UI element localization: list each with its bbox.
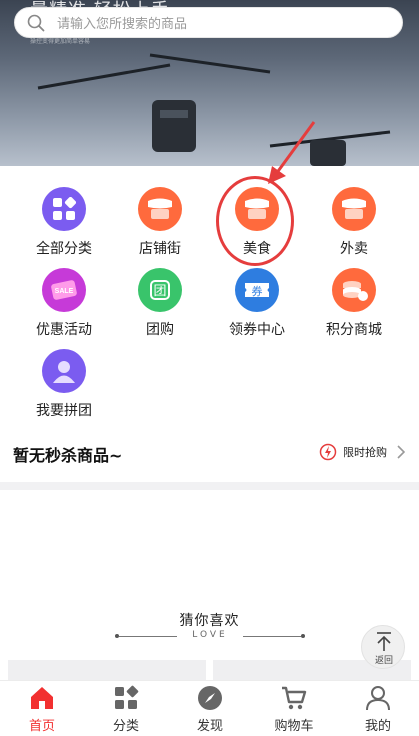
annotation-arrow	[268, 121, 316, 184]
section-divider	[0, 482, 419, 490]
product-card[interactable]	[8, 660, 206, 682]
search-bar[interactable]: 请输入您所搜索的商品	[14, 7, 403, 38]
category-shop-street[interactable]: 店铺街	[110, 187, 210, 258]
back-to-top-label[interactable]: 返回	[362, 653, 406, 666]
category-sale[interactable]: SALE 优惠活动	[14, 268, 114, 339]
sale-icon: SALE	[42, 268, 86, 312]
divider-dot	[301, 634, 305, 638]
category-coupon[interactable]: 券 领券中心	[207, 268, 307, 339]
category-label: 积分商城	[326, 322, 382, 338]
compass-icon	[198, 686, 222, 710]
tab-category[interactable]: 分类	[84, 681, 168, 736]
guess-section: 猜你喜欢 LOVE	[0, 610, 419, 640]
flash-sale-link[interactable]: 限时抢购	[319, 443, 405, 461]
group-buy-icon: 团	[138, 268, 182, 312]
search-icon	[27, 14, 45, 31]
category-label: 我要拼团	[36, 403, 92, 419]
cart-icon	[282, 686, 307, 710]
category-points-mall[interactable]: 积分商城	[304, 268, 404, 339]
join-group-icon	[42, 349, 86, 393]
home-icon	[31, 687, 53, 709]
category-label: 优惠活动	[36, 322, 92, 338]
shop-street-icon	[138, 187, 182, 231]
category-all[interactable]: 全部分类	[14, 187, 114, 258]
chevron-right-icon	[397, 445, 405, 459]
user-icon	[366, 686, 390, 711]
lightning-icon	[319, 443, 337, 461]
tab-discover[interactable]: 发现	[168, 681, 252, 736]
guess-subtitle: LOVE	[192, 630, 228, 640]
flash-sale-link-label[interactable]: 限时抢购	[343, 444, 387, 460]
category-takeout[interactable]: 外卖	[304, 187, 404, 258]
tab-label: 我的	[364, 719, 391, 734]
flash-sale-section: 暂无秒杀商品~ 限时抢购	[0, 434, 419, 472]
flash-sale-title: 暂无秒杀商品~	[13, 446, 123, 465]
arrow-up-icon	[377, 632, 391, 651]
tab-home[interactable]: 首页	[0, 681, 84, 736]
sale-badge-text: SALE	[55, 288, 74, 295]
tab-label: 购物车	[274, 719, 314, 734]
category-group-buy[interactable]: 团 团购	[110, 268, 210, 339]
category-label: 团购	[146, 322, 174, 338]
category-label: 店铺街	[139, 241, 181, 257]
search-placeholder[interactable]: 请输入您所搜索的商品	[57, 13, 187, 32]
takeout-icon	[332, 187, 376, 231]
guess-title: 猜你喜欢	[179, 613, 240, 629]
category-label: 领券中心	[229, 322, 285, 338]
tab-label: 分类	[112, 719, 139, 734]
annotation-circle	[216, 176, 294, 266]
category-label: 全部分类	[36, 241, 92, 257]
back-to-top-button[interactable]: 返回	[361, 625, 405, 669]
category-label: 外卖	[340, 241, 368, 257]
tab-cart[interactable]: 购物车	[252, 681, 336, 736]
coupon-glyph: 券	[252, 284, 263, 298]
category-join-group[interactable]: 我要拼团	[14, 349, 114, 420]
banner[interactable]: 量精准 轻松上手 操控变得更加简单容易 请输入您所搜索的商品	[0, 0, 419, 166]
coupon-icon: 券	[235, 268, 279, 312]
divider-line	[243, 636, 301, 637]
points-mall-icon	[332, 268, 376, 312]
tab-label: 发现	[196, 719, 223, 734]
tab-mine[interactable]: 我的	[336, 681, 419, 736]
guess-subtitle-row: LOVE	[115, 630, 305, 642]
bottom-tab-bar: 首页 分类 发现 购物车 我的	[0, 680, 419, 736]
group-buy-glyph: 团	[153, 284, 166, 299]
tab-label: 首页	[28, 719, 55, 734]
all-categories-icon	[42, 187, 86, 231]
category-icon	[115, 685, 139, 709]
